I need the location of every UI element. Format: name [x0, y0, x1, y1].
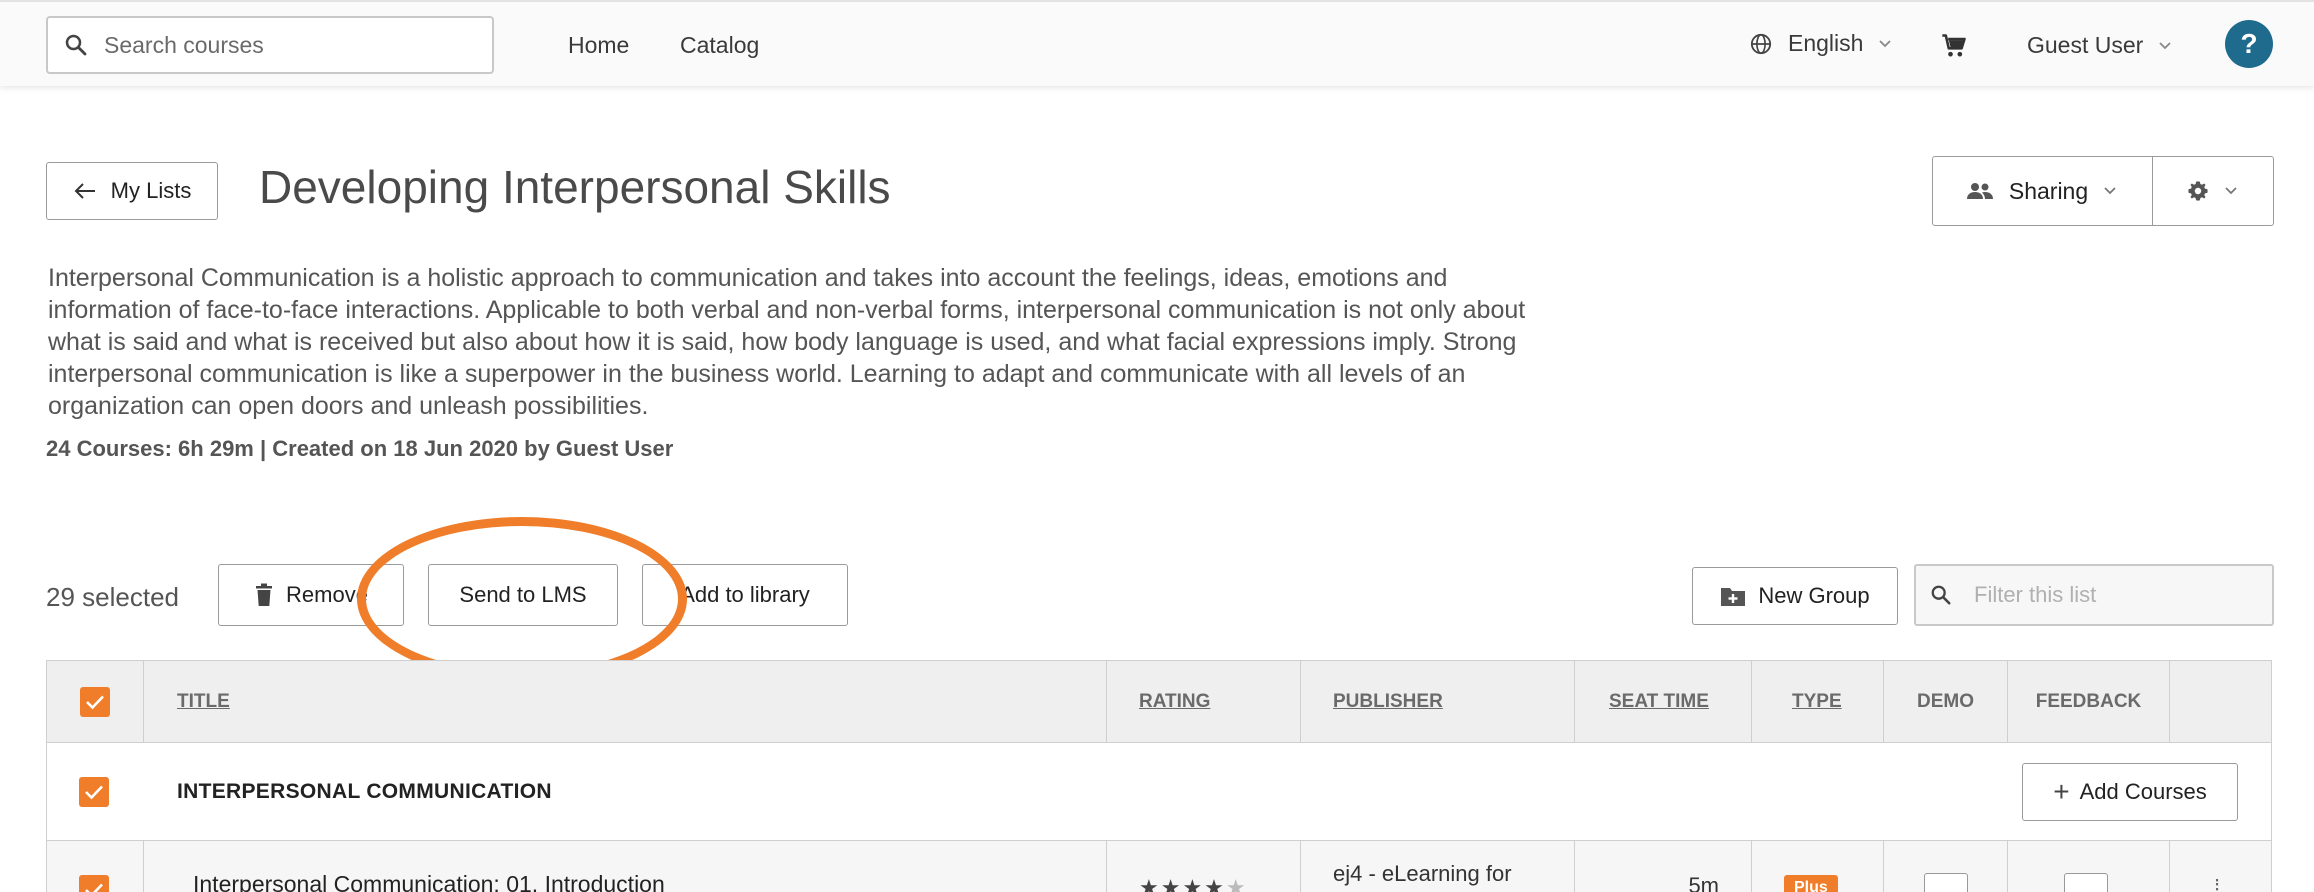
people-icon — [1966, 183, 1993, 199]
course-table: TITLE RATING PUBLISHER SEAT TIME TYPE DE… — [46, 660, 2272, 892]
search-input[interactable] — [104, 31, 464, 59]
checkmark-icon — [85, 785, 103, 800]
group-row: INTERPERSONAL COMMUNICATION + Add Course… — [47, 743, 2271, 841]
top-navigation-bar: Home Catalog English Guest User ? — [0, 0, 2314, 86]
group-checkbox[interactable] — [79, 777, 109, 807]
user-menu[interactable]: Guest User — [2027, 32, 2173, 59]
help-button[interactable]: ? — [2225, 20, 2273, 68]
column-header-rating[interactable]: RATING — [1107, 661, 1301, 742]
shopping-cart-icon[interactable] — [1940, 32, 1968, 60]
rating-stars: ★★★★★ — [1139, 875, 1248, 892]
send-to-lms-button[interactable]: Send to LMS — [428, 564, 618, 626]
drag-handle-icon[interactable]: ⁞ — [2214, 875, 2220, 892]
chevron-down-icon — [1879, 39, 1892, 47]
sharing-label: Sharing — [2008, 177, 2089, 204]
folder-plus-icon — [1721, 588, 1746, 606]
arrow-left-icon — [74, 183, 95, 199]
new-group-button[interactable]: New Group — [1692, 567, 1898, 625]
chevron-down-icon — [2104, 187, 2116, 195]
course-title[interactable]: Interpersonal Communication: 01. Introdu… — [193, 871, 665, 892]
column-header-demo: DEMO — [1884, 661, 2008, 742]
gear-icon — [2188, 181, 2208, 201]
row-demo-cell — [1884, 841, 2008, 892]
publisher-name: ej4 - eLearning for — [1333, 861, 1512, 886]
back-label: My Lists — [110, 178, 192, 203]
column-header-publisher[interactable]: PUBLISHER — [1301, 661, 1575, 742]
row-title-cell: Interpersonal Communication: 01. Introdu… — [144, 841, 1107, 892]
trash-icon — [256, 583, 273, 606]
add-courses-button[interactable]: + Add Courses — [2022, 763, 2238, 821]
column-header-actions — [2170, 661, 2271, 742]
demo-play-button[interactable] — [1924, 873, 1968, 892]
group-title: INTERPERSONAL COMMUNICATION — [177, 779, 552, 803]
course-search-box[interactable] — [46, 16, 494, 74]
search-icon — [65, 34, 87, 56]
row-type-cell: Plus — [1752, 841, 1884, 892]
table-header: TITLE RATING PUBLISHER SEAT TIME TYPE DE… — [47, 661, 2271, 743]
new-group-label: New Group — [1758, 583, 1870, 608]
row-select-cell — [47, 841, 144, 892]
nav-link-catalog[interactable]: Catalog — [680, 32, 759, 59]
column-header-type[interactable]: TYPE — [1752, 661, 1884, 742]
feedback-button[interactable] — [2064, 873, 2108, 892]
list-settings-button[interactable] — [2153, 157, 2273, 225]
selected-count: 29 selected — [46, 582, 179, 612]
select-all-checkbox[interactable] — [80, 686, 110, 717]
sharing-button[interactable]: Sharing — [1933, 157, 2153, 225]
add-to-library-button[interactable]: Add to library — [642, 564, 848, 626]
column-header-seat-time[interactable]: SEAT TIME — [1575, 661, 1752, 742]
remove-button[interactable]: Remove — [218, 564, 404, 626]
filter-list-box[interactable] — [1914, 564, 2274, 626]
row-rating-cell: ★★★★★ — [1107, 841, 1301, 892]
row-feedback-cell — [2008, 841, 2170, 892]
plus-icon: + — [2053, 776, 2070, 807]
back-to-my-lists-button[interactable]: My Lists — [46, 162, 218, 220]
add-to-library-label: Add to library — [680, 582, 810, 607]
globe-icon — [1750, 33, 1772, 54]
chevron-down-icon — [2225, 187, 2237, 195]
list-description: Interpersonal Communication is a holisti… — [48, 264, 1526, 420]
search-icon — [1931, 585, 1951, 605]
select-all-cell — [47, 661, 144, 742]
chevron-down-icon — [2159, 41, 2171, 49]
sharing-settings-group: Sharing — [1932, 156, 2274, 226]
type-badge: Plus — [1784, 875, 1838, 892]
seat-time: 5m — [1688, 873, 1719, 892]
list-metadata: 24 Courses: 6h 29m | Created on 18 Jun 2… — [46, 436, 674, 461]
page-title: Developing Interpersonal Skills — [259, 161, 891, 213]
checkmark-icon — [86, 695, 104, 709]
filter-input[interactable] — [1974, 582, 2264, 608]
checkmark-icon — [85, 883, 103, 892]
table-row[interactable]: Interpersonal Communication: 01. Introdu… — [47, 841, 2271, 892]
user-name: Guest User — [2027, 32, 2144, 58]
column-header-feedback: FEEDBACK — [2008, 661, 2170, 742]
row-checkbox[interactable] — [79, 875, 109, 892]
language-label: English — [1788, 30, 1864, 56]
nav-link-home[interactable]: Home — [568, 32, 629, 59]
send-to-lms-label: Send to LMS — [459, 582, 587, 607]
remove-label: Remove — [286, 582, 368, 607]
row-actions-cell: ⁞ — [2170, 841, 2271, 892]
help-label: ? — [2240, 28, 2258, 59]
column-header-title[interactable]: TITLE — [144, 661, 1107, 742]
language-selector[interactable]: English — [1750, 30, 1893, 57]
add-courses-label: Add Courses — [2079, 779, 2207, 804]
row-seat-time-cell: 5m — [1575, 841, 1752, 892]
row-publisher-cell: ej4 - eLearning for — [1301, 841, 1575, 892]
